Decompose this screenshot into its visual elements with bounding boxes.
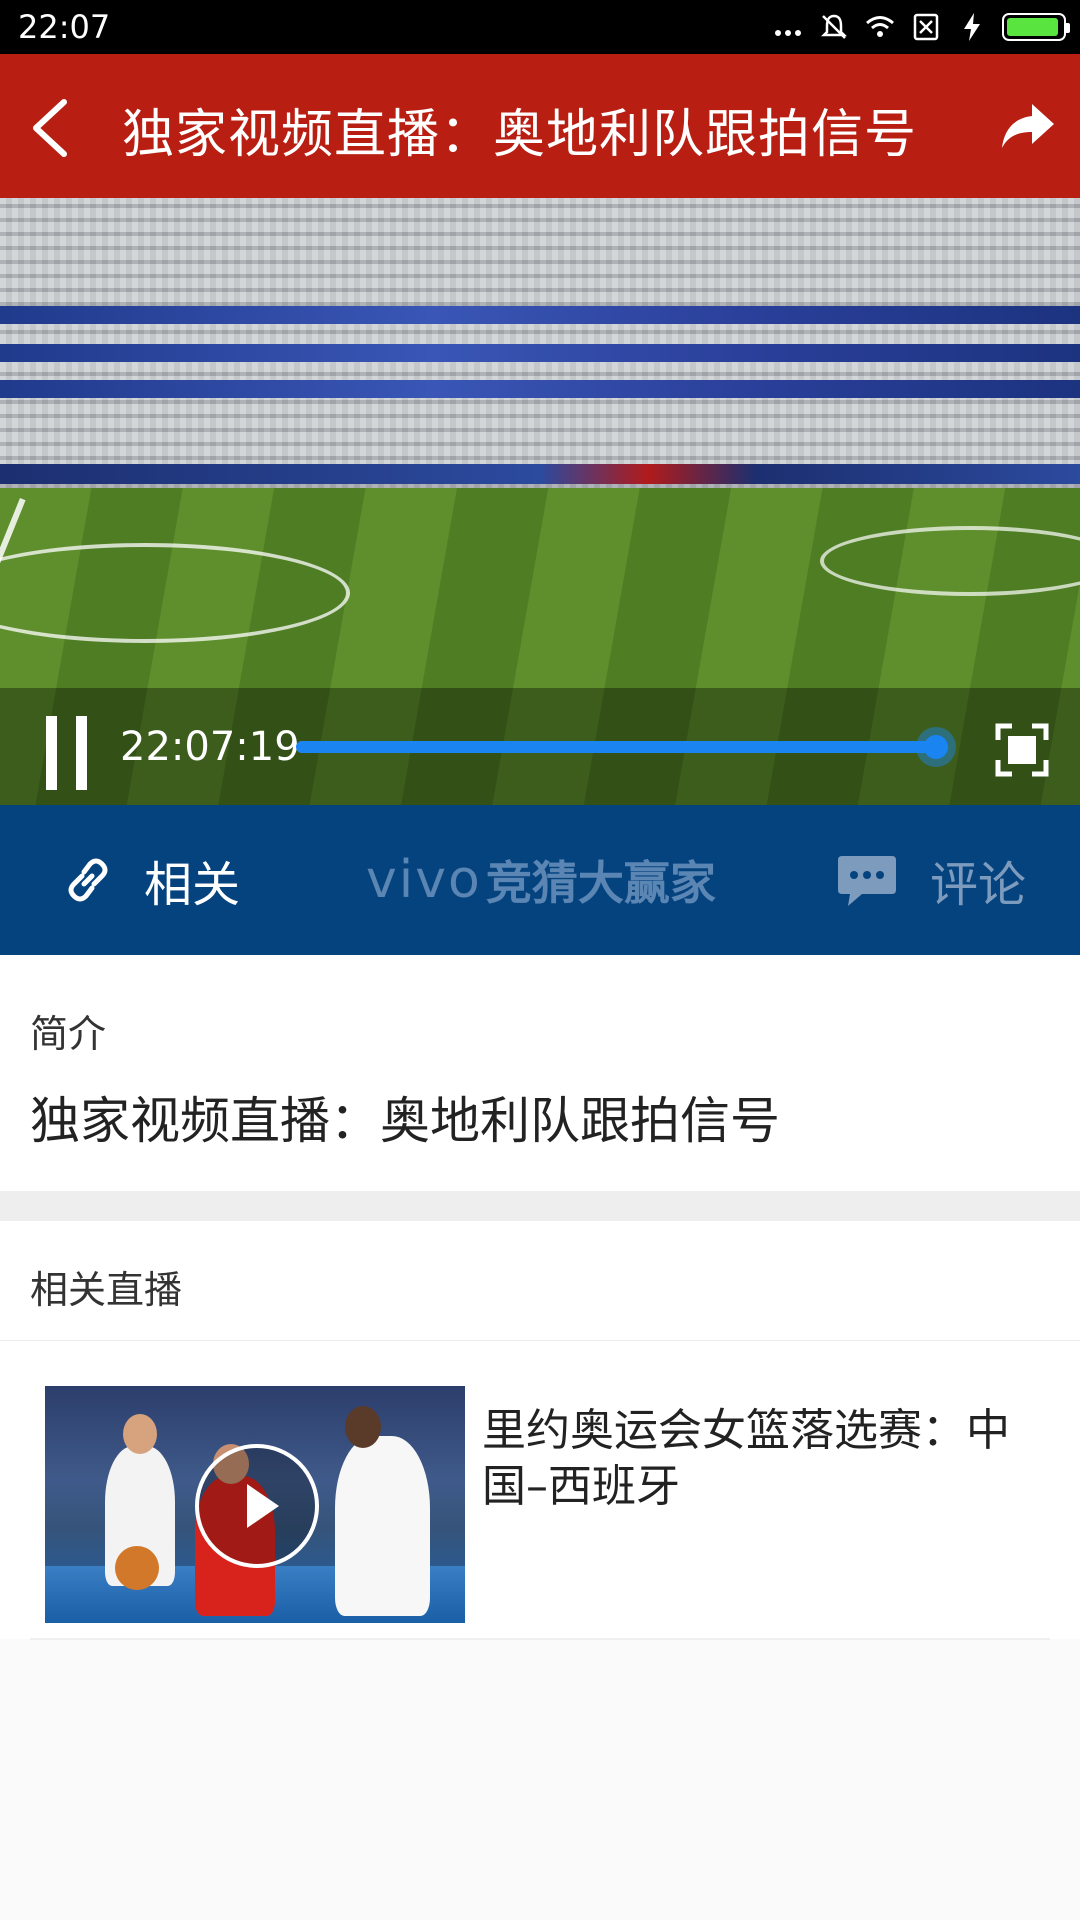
battery-level [1007,18,1059,36]
tab-vivo-quiz[interactable]: vivo 竞猜大赢家 [366,805,716,955]
battery-icon [1002,13,1070,41]
basketball-thumbnail[interactable] [45,1386,465,1623]
related-live-item[interactable]: 里约奥运会女篮落选赛：中国–西班牙 [0,1341,1080,1639]
tab-comments-label: 评论 [930,857,1027,913]
tab-bar: 相关 vivo 竞猜大赢家 评论 [0,805,1080,955]
fullscreen-icon[interactable] [994,722,1050,778]
share-icon[interactable] [998,98,1058,154]
video-controls: 22:07:19 [0,688,1080,805]
page-title: 独家视频直播：奥地利队跟拍信号 [122,105,918,165]
status-bar: 22:07 [0,0,1080,54]
thumbnail-player-head [345,1406,381,1448]
comment-icon [838,856,896,906]
video-current-time: 22:07:19 [120,724,300,770]
related-live-item-title[interactable]: 里约奥运会女篮落选赛：中国–西班牙 [482,1403,1042,1515]
video-frame-banner [0,380,1080,398]
status-time: 22:07 [18,8,111,46]
item-divider [30,1638,1050,1640]
status-icons [772,10,1070,44]
tab-comments[interactable]: 评论 [836,805,1026,955]
video-progress-bar[interactable] [296,727,956,767]
tab-related-label: 相关 [144,857,241,913]
back-arrow-icon[interactable] [28,98,72,158]
wifi-icon [864,11,896,43]
related-live-heading: 相关直播 [30,1268,183,1312]
thumbnail-player [335,1436,430,1616]
link-icon [68,858,108,902]
mute-icon [818,11,850,43]
no-sim-icon [910,11,942,43]
charging-icon [956,11,988,43]
related-live-section: 相关直播 [0,1221,1080,1341]
vivo-logo: vivo [366,850,482,910]
intro-heading: 简介 [30,1012,107,1056]
video-progress-thumb[interactable] [915,727,956,767]
intro-description: 独家视频直播：奥地利队跟拍信号 [30,1092,780,1150]
thumbnail-player-head [123,1414,157,1454]
thumbnail-basketball [115,1546,159,1590]
tab-vivo-quiz-label: 竞猜大赢家 [485,856,716,910]
video-progress-fill [296,741,936,753]
video-frame-banner [0,464,1080,484]
video-frame-banner [0,306,1080,324]
video-frame-banner [0,344,1080,362]
play-icon[interactable] [195,1444,319,1568]
video-player[interactable]: 22:07:19 [0,198,1080,805]
intro-section: 简介 独家视频直播：奥地利队跟拍信号 [0,955,1080,1191]
header-bar: 独家视频直播：奥地利队跟拍信号 [0,54,1080,198]
section-divider [0,1191,1080,1221]
more-dots-icon [772,11,804,43]
pause-button[interactable] [46,716,88,790]
tab-related[interactable]: 相关 [62,805,240,955]
